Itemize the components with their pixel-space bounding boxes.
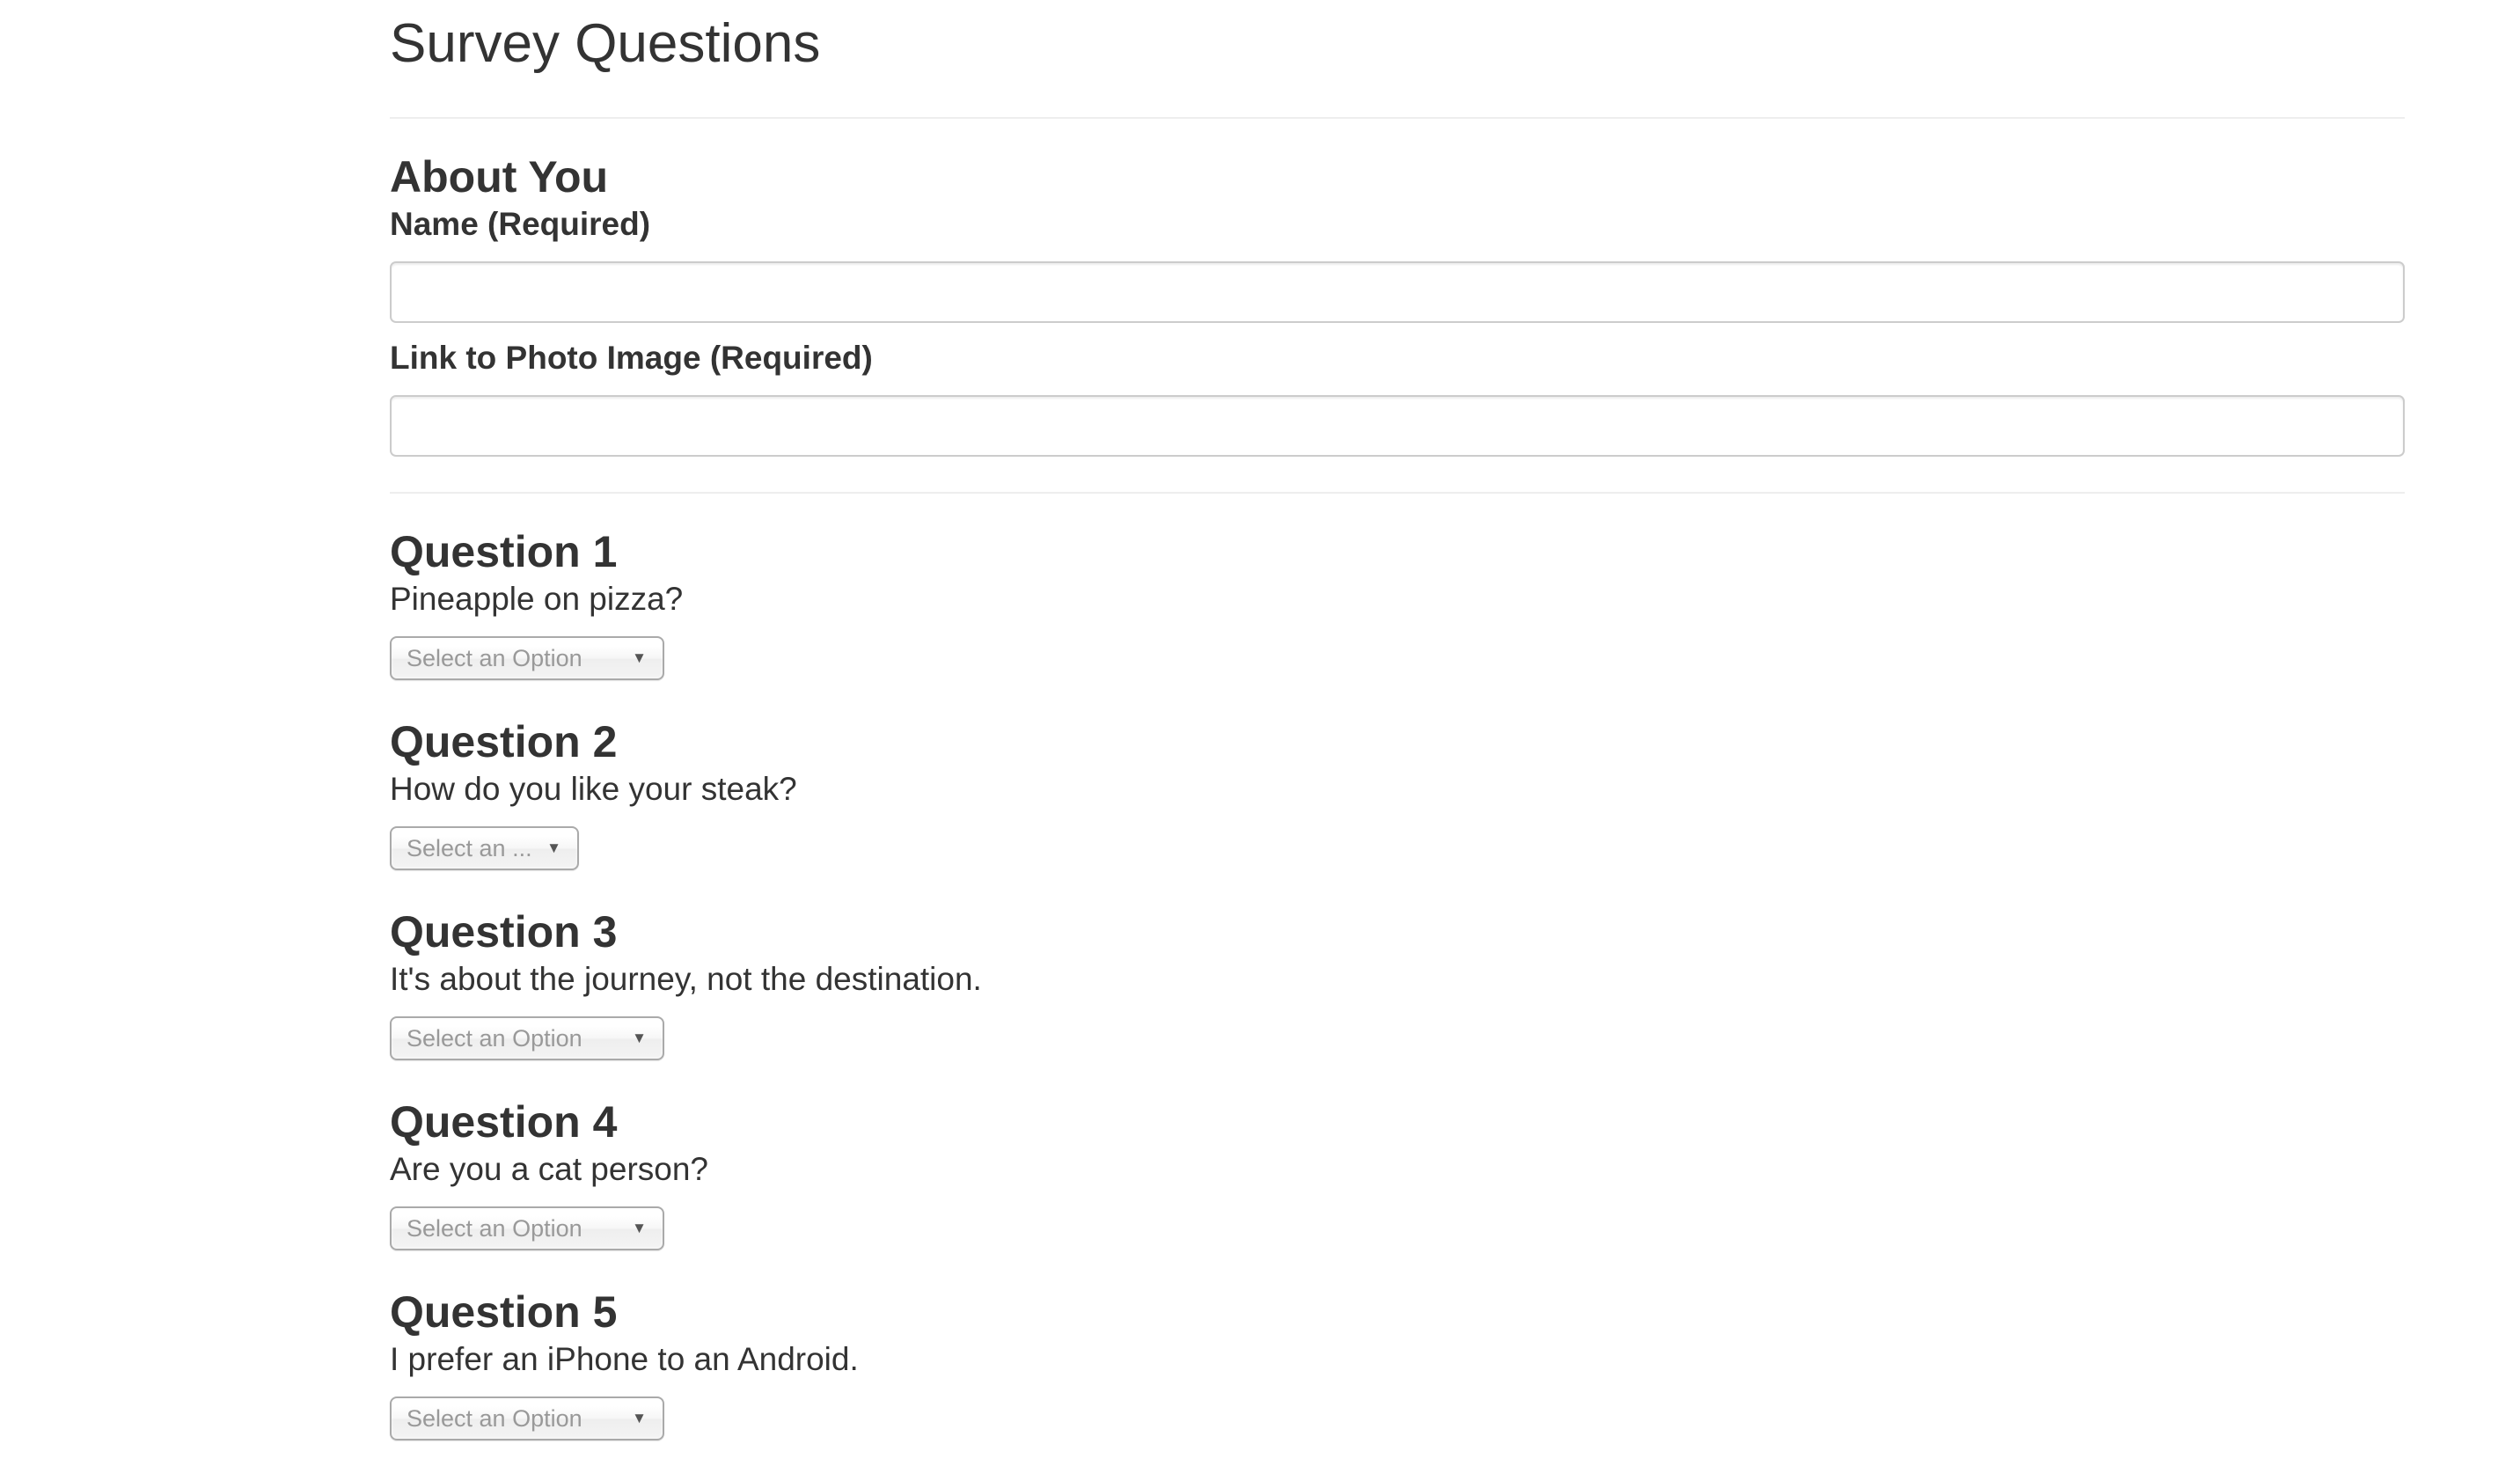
question-4-select[interactable]: Select an Option ▼ <box>390 1206 664 1250</box>
triangle-down-icon: ▼ <box>632 1220 647 1236</box>
select-value: Select an Option <box>407 1405 582 1432</box>
name-label: Name (Required) <box>390 206 651 242</box>
select-value: Select an Option <box>407 1025 582 1052</box>
question-3: Question 3 It's about the journey, not t… <box>390 905 2405 1060</box>
question-3-select[interactable]: Select an Option ▼ <box>390 1016 664 1060</box>
select-value: Select an Option <box>407 1215 582 1242</box>
photo-link-label: Link to Photo Image (Required) <box>390 340 873 376</box>
select-value: Select an Option <box>407 645 582 671</box>
about-heading: About You <box>390 152 609 202</box>
triangle-down-icon: ▼ <box>632 1030 647 1046</box>
question-5-select[interactable]: Select an Option ▼ <box>390 1396 664 1440</box>
select-value: Select an ... <box>407 835 532 861</box>
question-text: How do you like your steak? <box>390 771 797 807</box>
question-text: I prefer an iPhone to an Android. <box>390 1341 859 1377</box>
question-text: It's about the journey, not the destinat… <box>390 961 982 997</box>
question-title: Question 5 <box>390 1287 618 1337</box>
question-text: Are you a cat person? <box>390 1151 708 1187</box>
question-title: Question 4 <box>390 1097 618 1147</box>
question-title: Question 1 <box>390 527 618 576</box>
triangle-down-icon: ▼ <box>632 1410 647 1426</box>
question-1-select[interactable]: Select an Option ▼ <box>390 636 664 680</box>
question-title: Question 2 <box>390 717 618 766</box>
title-divider <box>390 117 2405 119</box>
question-title: Question 3 <box>390 907 618 957</box>
triangle-down-icon: ▼ <box>632 649 647 666</box>
about-section: About You Name (Required) Link to Photo … <box>390 150 2405 457</box>
page-title: Survey Questions <box>390 13 821 74</box>
question-2-select[interactable]: Select an ... ▼ <box>390 826 579 870</box>
question-text: Pineapple on pizza? <box>390 581 684 617</box>
question-5: Question 5 I prefer an iPhone to an Andr… <box>390 1286 2405 1440</box>
photo-link-field[interactable] <box>390 395 2405 457</box>
name-field[interactable] <box>390 261 2405 323</box>
question-2: Question 2 How do you like your steak? S… <box>390 715 2405 870</box>
question-1: Question 1 Pineapple on pizza? Select an… <box>390 525 2405 680</box>
survey-container: Survey Questions About You Name (Require… <box>390 0 2405 1440</box>
triangle-down-icon: ▼ <box>546 839 561 856</box>
about-divider <box>390 492 2405 494</box>
question-4: Question 4 Are you a cat person? Select … <box>390 1096 2405 1250</box>
